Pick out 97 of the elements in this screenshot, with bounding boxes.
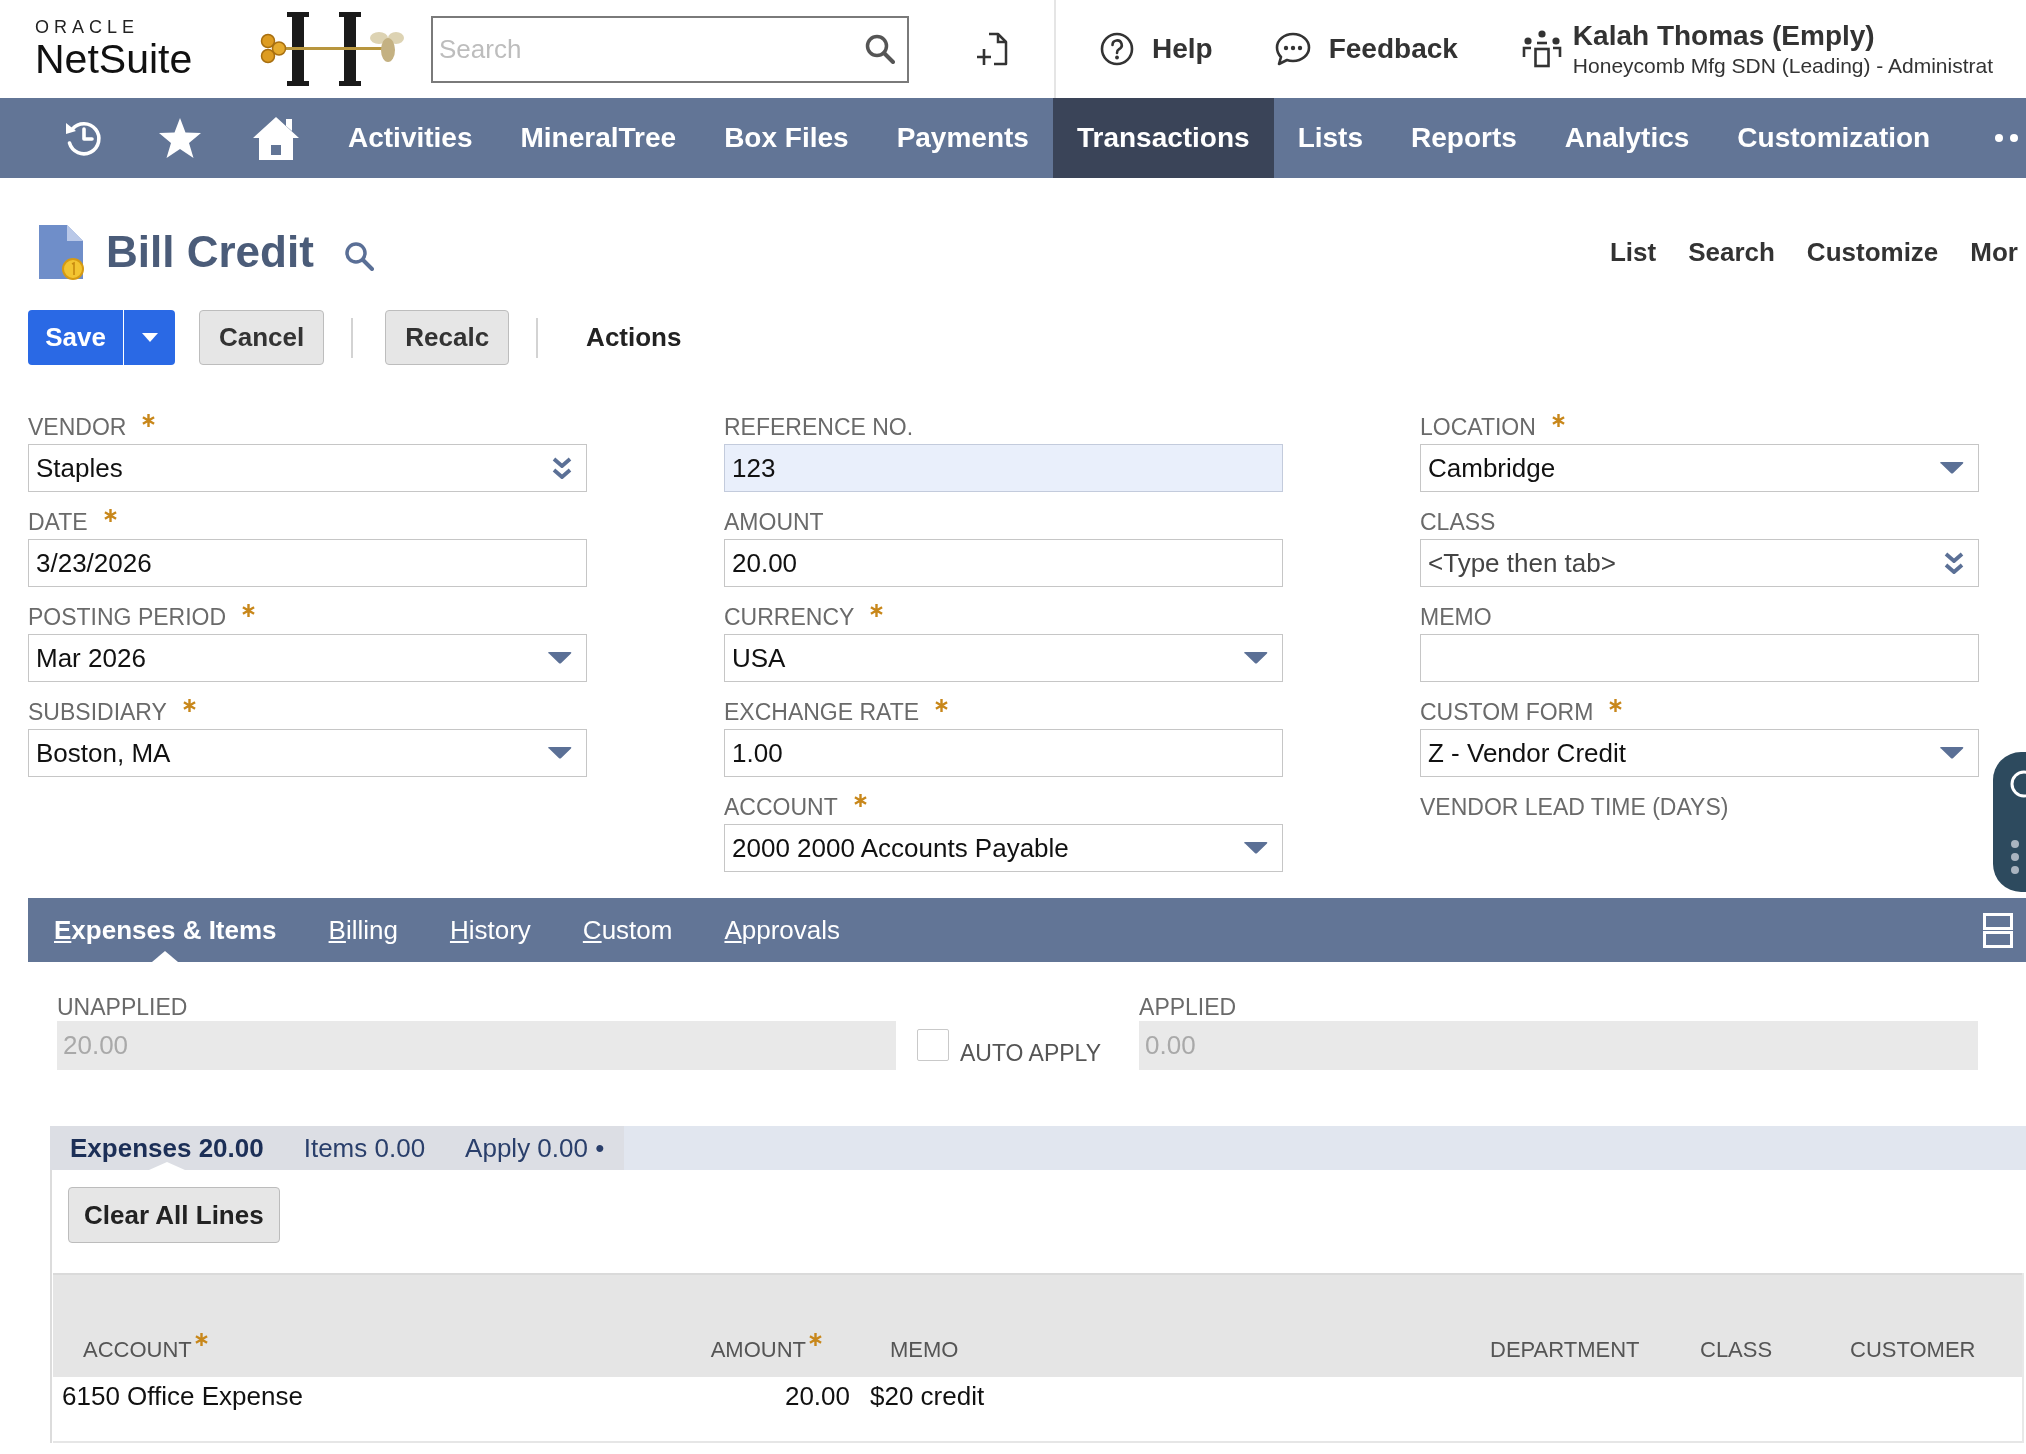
field-label: CLASS [1420, 508, 1496, 536]
column-header: MEMO [890, 1337, 959, 1363]
readonly-field: 20.00 [57, 1021, 896, 1070]
clear-lines-button[interactable]: Clear All Lines [68, 1187, 280, 1243]
dropdown-field[interactable]: Boston, MA [28, 729, 587, 777]
nav-tab[interactable]: Customization [1713, 98, 1955, 178]
readonly-field: 0.00 [1139, 1021, 1979, 1070]
nav-tab[interactable]: Analytics [1540, 98, 1714, 178]
field-label: SUBSIDIARY [28, 698, 167, 726]
nav-tab[interactable]: Payments [872, 98, 1053, 178]
user-role: Honeycomb Mfg SDN (Leading) - Administrat [1572, 52, 1994, 79]
field-label: VENDOR [28, 413, 127, 441]
field-label: DATE [28, 508, 88, 536]
page-link[interactable]: Mor [1970, 236, 2018, 268]
feedback-link[interactable]: Feedback [1274, 32, 1458, 66]
field-label: UNAPPLIED [57, 993, 189, 1021]
section-tab[interactable]: History [423, 898, 557, 962]
text-field[interactable]: 1.00 [724, 729, 1283, 777]
field-label: POSTING PERIOD [28, 603, 227, 631]
field-label: AMOUNT [724, 508, 824, 536]
double-chevron-icon [552, 457, 572, 479]
field-label: REFERENCE NO. [724, 413, 914, 441]
text-field[interactable]: 123 [724, 444, 1283, 492]
checkbox-label: AUTO APPLY [960, 1039, 1102, 1067]
dropdown-field[interactable]: USA [724, 634, 1283, 682]
text-field[interactable]: 20.00 [724, 539, 1283, 587]
nav-tab[interactable]: Reports [1387, 98, 1541, 178]
column-header: ACCOUNT [83, 1337, 192, 1363]
ring-dots-tab-icon[interactable] [1993, 752, 2026, 892]
line-tab[interactable]: Apply 0.00 • [445, 1126, 625, 1170]
field-label: EXCHANGE RATE [724, 698, 920, 726]
combo-field[interactable]: Staples [28, 444, 587, 492]
table-cell-text: 6150 Office Expense [61, 1381, 304, 1411]
actions-menu[interactable]: Actions [586, 322, 682, 353]
caret-down-icon [141, 333, 158, 342]
table-cell-text: $20 credit [869, 1381, 986, 1411]
field-label: CUSTOM FORM [1420, 698, 1594, 726]
dropdown-field[interactable]: Z - Vendor Credit [1420, 729, 1979, 777]
document-coin-icon [37, 223, 85, 281]
logo-caption: ORACLE [35, 17, 140, 37]
more-dots-icon[interactable] [1994, 133, 2021, 143]
nav-tab[interactable]: MineralTree [496, 98, 701, 178]
action-button[interactable]: Cancel [199, 310, 325, 365]
document-plus-icon[interactable] [976, 32, 1008, 66]
help-icon [1100, 32, 1134, 66]
caret-down-icon [548, 652, 572, 664]
page-title: Bill Credit [106, 226, 314, 278]
save-menu-button[interactable] [124, 310, 175, 365]
line-tab[interactable]: Expenses 20.00 [50, 1126, 284, 1170]
section-tab[interactable]: Expenses & Items [28, 898, 303, 962]
speech-bubble-icon [1274, 32, 1311, 66]
field-label: MEMO [1420, 603, 1492, 631]
combo-field[interactable]: <Type then tab> [1420, 539, 1979, 587]
section-tab[interactable]: Billing [302, 898, 424, 962]
search-icon[interactable] [343, 241, 374, 271]
people-icon[interactable] [1521, 29, 1562, 69]
save-button[interactable]: Save [28, 310, 123, 365]
column-header: CLASS [1700, 1337, 1773, 1363]
caret-down-icon [1940, 462, 1964, 474]
line-tab[interactable]: Items 0.00 [283, 1126, 446, 1170]
nav-tab[interactable]: Transactions [1052, 98, 1274, 178]
caret-down-icon [1244, 652, 1268, 664]
stacked-rows-icon[interactable] [1983, 912, 2013, 948]
field-label: CURRENCY [724, 603, 855, 631]
search-icon[interactable] [865, 34, 895, 64]
checkbox[interactable] [917, 1029, 949, 1061]
logo-wordmark: NetSuite [35, 37, 193, 81]
field-label: APPLIED [1139, 993, 1238, 1021]
double-chevron-icon [1944, 552, 1964, 574]
section-tab[interactable]: Custom [556, 898, 699, 962]
table-cell-text: 20.00 [783, 1381, 851, 1411]
dropdown-field[interactable]: Mar 2026 [28, 634, 587, 682]
dropdown-field[interactable]: 2000 2000 Accounts Payable [724, 824, 1283, 872]
caret-down-icon [1940, 747, 1964, 759]
caret-down-icon [1244, 842, 1268, 854]
nav-tab[interactable]: Lists [1273, 98, 1387, 178]
page-link[interactable]: Search [1688, 236, 1775, 268]
column-header: AMOUNT [710, 1337, 806, 1363]
field-label: VENDOR LEAD TIME (DAYS) [1420, 793, 1729, 821]
column-header: DEPARTMENT [1490, 1337, 1640, 1363]
dropdown-field[interactable]: Cambridge [1420, 444, 1979, 492]
text-field[interactable]: 3/23/2026 [28, 539, 587, 587]
column-header: CUSTOMER [1850, 1337, 1976, 1363]
page-link[interactable]: Customize [1806, 236, 1939, 268]
action-button[interactable]: Recalc [385, 310, 510, 365]
help-link[interactable]: Help [1100, 32, 1213, 66]
caret-down-icon [548, 747, 572, 759]
home-icon[interactable] [252, 115, 300, 161]
section-tab[interactable]: Approvals [698, 898, 867, 962]
star-icon[interactable] [158, 117, 202, 159]
nav-tab[interactable]: Box Files [700, 98, 873, 178]
text-field[interactable] [1420, 634, 1979, 682]
field-label: ACCOUNT [724, 793, 838, 821]
page-link[interactable]: List [1609, 236, 1657, 268]
user-name: Kalah Thomas (Emply) [1572, 19, 1875, 52]
field-label: LOCATION [1420, 413, 1536, 441]
nav-tab[interactable]: Activities [324, 98, 497, 178]
